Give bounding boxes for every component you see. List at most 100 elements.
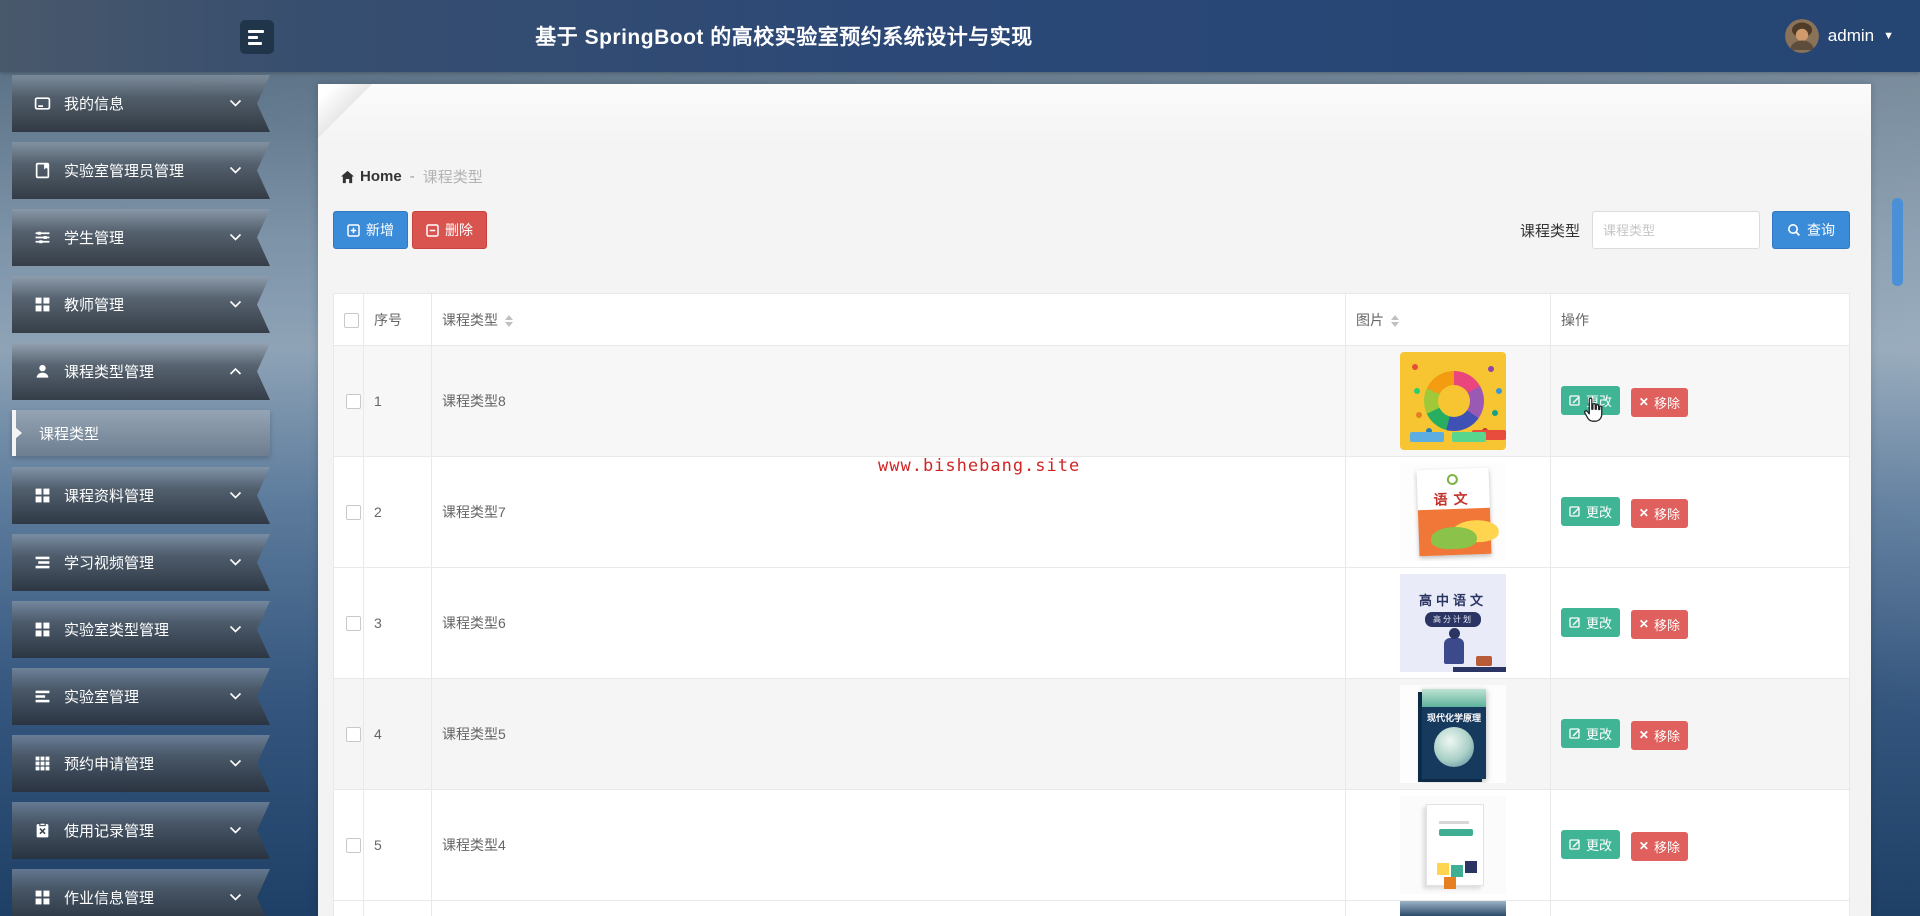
course-image-thumbnail xyxy=(1400,901,1506,916)
search-button-label: 查询 xyxy=(1807,222,1835,238)
sidebar-item-learning-video-mgmt[interactable]: 学习视频管理 xyxy=(12,534,270,591)
x-icon: ✕ xyxy=(1638,617,1649,631)
row-checkbox[interactable] xyxy=(346,727,361,743)
sidebar-item-label: 教师管理 xyxy=(64,297,125,314)
search-button[interactable]: 查询 xyxy=(1772,211,1850,249)
sidebar-item-homework-info-mgmt[interactable]: 作业信息管理 xyxy=(12,869,270,916)
edit-pencil-icon xyxy=(1569,395,1580,406)
edit-button[interactable]: 更改 xyxy=(1561,496,1621,526)
breadcrumb: Home - 课程类型 xyxy=(340,166,483,187)
top-header-bar: 基于 SpringBoot 的高校实验室预约系统设计与实现 admin ▼ xyxy=(0,0,1920,72)
row-checkbox[interactable] xyxy=(346,838,361,854)
edit-button-label: 更改 xyxy=(1586,837,1613,853)
x-icon: ✕ xyxy=(1638,395,1649,409)
user-menu[interactable]: admin ▼ xyxy=(1784,0,1894,72)
grid-icon xyxy=(34,889,51,906)
sidebar-item-my-info[interactable]: 我的信息 xyxy=(12,75,270,132)
toolbar: 新增 删除 课程类型 查询 xyxy=(333,210,1850,250)
column-header-image[interactable]: 图片 xyxy=(1345,293,1551,346)
sidebar-item-lab-admin-mgmt[interactable]: 实验室管理员管理 xyxy=(12,142,270,199)
chevron-up-icon xyxy=(229,367,242,376)
delete-button[interactable]: 删除 xyxy=(412,211,487,249)
remove-button-label: 移除 xyxy=(1653,839,1680,855)
sidebar-item-lab-mgmt[interactable]: 实验室管理 xyxy=(12,668,270,725)
remove-button[interactable]: ✕ 移除 xyxy=(1630,831,1688,861)
x-icon: ✕ xyxy=(1638,839,1649,853)
edit-button-label: 更改 xyxy=(1586,393,1613,409)
grid-icon xyxy=(34,621,51,638)
row-checkbox[interactable] xyxy=(346,616,361,632)
search-group: 课程类型 查询 xyxy=(1520,211,1850,249)
sidebar-item-teacher-mgmt[interactable]: 教师管理 xyxy=(12,276,270,333)
plus-square-icon xyxy=(347,223,360,237)
breadcrumb-current: 课程类型 xyxy=(422,169,483,186)
book-title: 现代化学原理 xyxy=(1426,713,1481,723)
sort-icon xyxy=(1391,314,1399,327)
sidebar-item-usage-record-mgmt[interactable]: 使用记录管理 xyxy=(12,802,270,859)
course-type-cell: 课程类型5 xyxy=(431,678,1346,790)
sidebar-item-label: 预约申请管理 xyxy=(64,756,155,773)
chevron-down-icon xyxy=(229,300,242,309)
search-input[interactable] xyxy=(1592,211,1760,249)
sidebar-item-lab-type-mgmt[interactable]: 实验室类型管理 xyxy=(12,601,270,658)
search-icon xyxy=(1788,224,1801,237)
textbook-title: 语文 xyxy=(1433,490,1474,508)
edit-button[interactable]: 更改 xyxy=(1561,829,1621,859)
edit-button[interactable]: 更改 xyxy=(1561,607,1621,637)
remove-button[interactable]: ✕ 移除 xyxy=(1630,387,1688,417)
sidebar-item-course-type-mgmt[interactable]: 课程类型管理 xyxy=(12,343,270,400)
sidebar-item-label: 我的信息 xyxy=(64,96,125,113)
chevron-down-icon xyxy=(229,826,242,835)
edit-button[interactable]: 更改 xyxy=(1561,385,1621,415)
edit-button[interactable]: 更改 xyxy=(1561,718,1621,748)
sidebar-item-reservation-mgmt[interactable]: 预约申请管理 xyxy=(12,735,270,792)
chevron-down-icon xyxy=(229,625,242,634)
row-checkbox[interactable] xyxy=(346,505,361,521)
remove-button-label: 移除 xyxy=(1653,617,1680,633)
grid-icon xyxy=(34,296,51,313)
breadcrumb-home-link[interactable]: Home xyxy=(340,168,402,185)
sidebar-subitem-label: 课程类型 xyxy=(39,425,100,443)
course-type-table: 序号 课程类型 图片 操作 1 课程类型8 更改 ✕ 移除 2 课程类型7 语文… xyxy=(333,293,1850,916)
sidebar-item-course-material-mgmt[interactable]: 课程资料管理 xyxy=(12,467,270,524)
row-number: 4 xyxy=(363,678,432,790)
search-field-label: 课程类型 xyxy=(1519,222,1580,240)
course-image-thumbnail: 现代化学原理 xyxy=(1400,685,1506,783)
user-avatar xyxy=(1784,19,1819,53)
chevron-down-icon xyxy=(229,759,242,768)
watermark-text: www.bishebang.site xyxy=(878,456,1081,476)
table-header-row: 序号 课程类型 图片 操作 xyxy=(333,293,1850,346)
column-header-no: 序号 xyxy=(363,293,432,346)
page-title: 基于 SpringBoot 的高校实验室预约系统设计与实现 xyxy=(535,26,1033,49)
chevron-down-icon xyxy=(229,166,242,175)
add-button[interactable]: 新增 xyxy=(333,211,408,249)
clipboard-x-icon xyxy=(34,822,51,839)
sidebar-item-label: 实验室管理 xyxy=(64,689,140,706)
chevron-down-icon xyxy=(229,491,242,500)
table-grid-icon xyxy=(34,755,51,772)
course-image-thumbnail xyxy=(1400,796,1506,894)
minus-square-icon xyxy=(426,223,439,237)
user-icon xyxy=(34,363,51,380)
edit-button-label: 更改 xyxy=(1586,504,1613,520)
edit-pencil-icon xyxy=(1569,839,1580,850)
sidebar-item-student-mgmt[interactable]: 学生管理 xyxy=(12,209,270,266)
sidebar-toggle-button[interactable] xyxy=(240,20,274,54)
column-header-course-type[interactable]: 课程类型 xyxy=(431,293,1346,346)
table-row: 1 课程类型8 更改 ✕ 移除 xyxy=(333,345,1850,457)
edit-button-label: 更改 xyxy=(1586,615,1613,631)
sidebar-item-label: 作业信息管理 xyxy=(64,890,155,907)
table-row: 4 课程类型5 现代化学原理 更改 ✕ 移除 xyxy=(333,678,1850,790)
remove-button[interactable]: ✕ 移除 xyxy=(1630,498,1688,528)
chevron-down-icon xyxy=(229,99,242,108)
row-checkbox[interactable] xyxy=(346,394,361,410)
remove-button-label: 移除 xyxy=(1653,506,1680,522)
select-all-checkbox[interactable] xyxy=(344,312,359,328)
sidebar-item-label: 实验室管理员管理 xyxy=(64,163,185,180)
remove-button[interactable]: ✕ 移除 xyxy=(1630,609,1688,639)
breadcrumb-home-label: Home xyxy=(360,168,402,185)
sidebar-subitem-course-type-active[interactable]: 课程类型 xyxy=(12,410,270,456)
remove-button[interactable]: ✕ 移除 xyxy=(1630,720,1688,750)
chevron-down-icon xyxy=(229,558,242,567)
scrollbar-thumb[interactable] xyxy=(1892,198,1903,286)
